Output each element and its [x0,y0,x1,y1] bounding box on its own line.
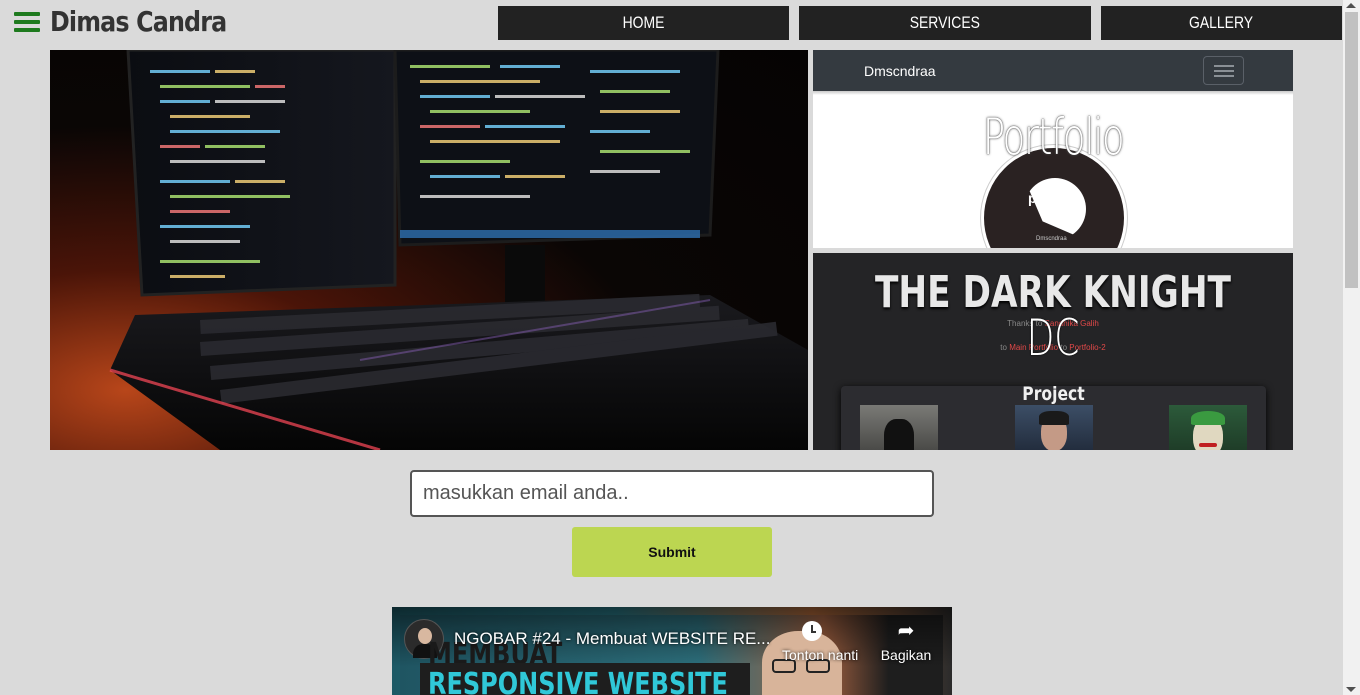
scroll-down-icon[interactable] [1346,687,1356,692]
email-input[interactable] [410,470,934,517]
preview-nav-brand: Dmscndraa [864,63,936,79]
dc-overlay: DC [1026,309,1080,367]
share-icon: ➦ [897,620,915,642]
watch-later-button[interactable]: Tonton nanti [782,621,859,663]
youtube-embed[interactable]: MEMBUAT RESPONSIVE WEBSITE NGOBAR #24 - … [392,607,952,695]
gallery-darkknight-preview[interactable]: THE DARK KNIGHT Thanks to Sandhika Galih… [813,253,1293,450]
thumb-text-2: RESPONSIVE WEBSITE [428,667,728,695]
robin-thumbnail [1015,405,1093,450]
preview-toggler-icon [1203,56,1244,85]
share-button[interactable]: ➦ Bagikan [876,621,936,663]
joker-thumbnail [1169,405,1247,450]
logo-text: project [1028,190,1075,206]
menu-icon[interactable] [14,12,40,34]
logo-caption: Dmscndraa [1036,236,1067,242]
project-title: Project [1022,383,1085,405]
nav-home-label: HOME [622,13,665,32]
page-scrollbar[interactable] [1343,0,1360,695]
preview-navbar: Dmscndraa [813,50,1293,91]
share-label: Bagikan [880,647,932,663]
portfolio-heading: Portfolio [982,108,1125,166]
scrollbar-thumb[interactable] [1345,12,1358,288]
nav-services[interactable]: SERVICES [799,6,1091,40]
nav-gallery-label: GALLERY [1189,13,1254,32]
nav-services-label: SERVICES [909,13,981,32]
hero-image [50,50,808,450]
video-title[interactable]: NGOBAR #24 - Membuat WEBSITE RE... [454,629,770,649]
submit-button[interactable]: Submit [572,527,772,577]
scroll-up-icon[interactable] [1346,3,1356,8]
project-card: Project [841,383,1266,450]
clock-icon [802,621,822,641]
batman-thumbnail [860,405,938,450]
gallery-portfolio-preview[interactable]: Dmscndraa project Dmscndraa Portfolio [813,50,1293,248]
watch-later-label: Tonton nanti [782,647,859,663]
nav-home[interactable]: HOME [498,6,789,40]
code-setup-illustration [109,50,808,450]
nav-gallery[interactable]: GALLERY [1101,6,1342,40]
site-title: Dimas Candra [50,5,227,38]
